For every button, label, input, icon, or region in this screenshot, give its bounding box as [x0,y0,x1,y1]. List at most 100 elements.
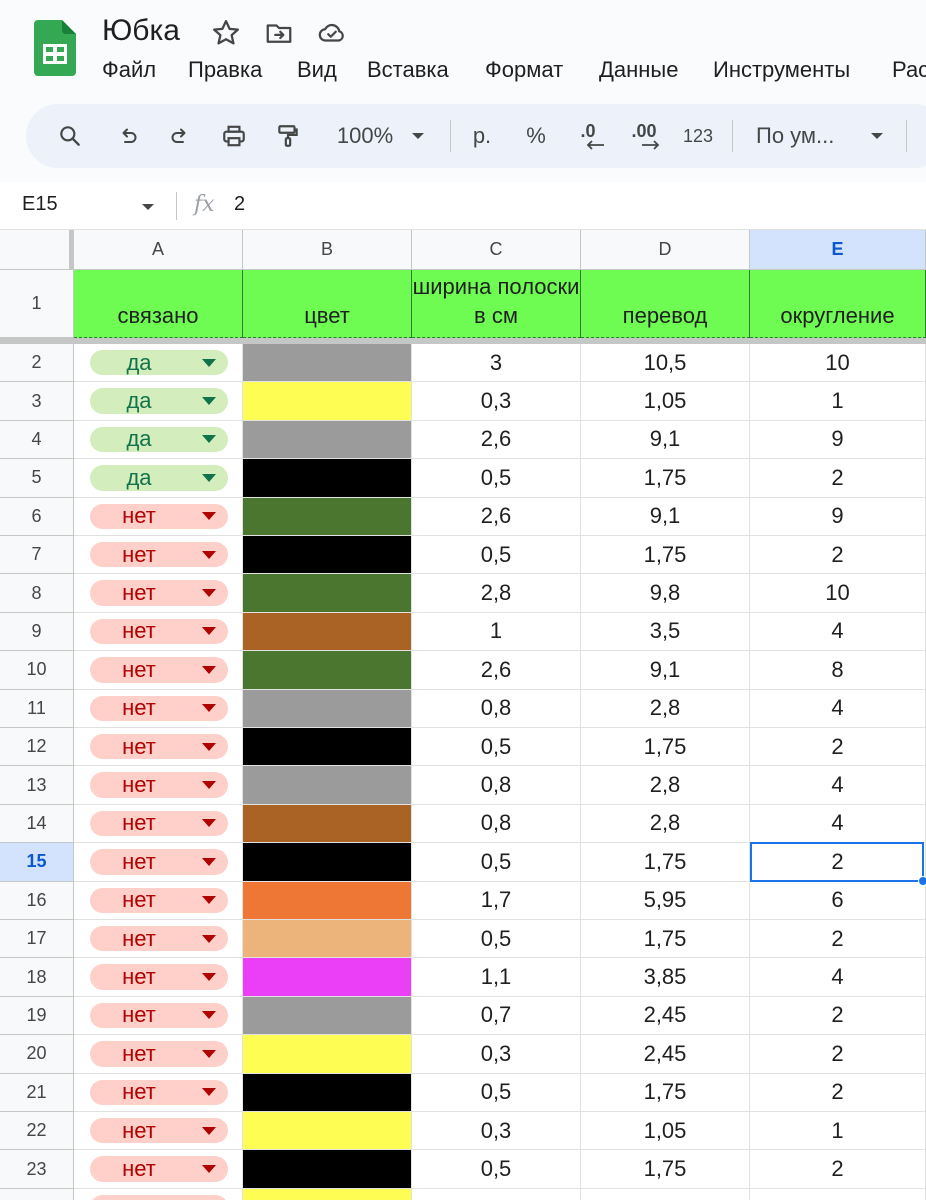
rounding-cell[interactable]: 8 [750,651,926,690]
rounding-cell[interactable]: 2 [750,996,926,1036]
row-header[interactable]: 16 [0,881,74,920]
rounding-cell[interactable]: 4 [750,804,926,844]
status-cell[interactable]: нет [74,766,243,805]
conversion-cell[interactable]: 1,75 [581,1073,750,1112]
color-swatch-cell[interactable] [243,382,412,421]
rounding-cell[interactable]: 2 [750,536,926,575]
status-cell[interactable]: нет [74,574,243,613]
status-dropdown-chip[interactable]: нет [90,964,228,990]
rounding-cell[interactable]: 4 [750,612,926,652]
row-header[interactable]: 17 [0,920,74,959]
status-cell[interactable]: нет [74,804,243,844]
chevron-down-icon[interactable] [202,1011,216,1020]
chevron-down-icon[interactable] [202,896,216,905]
color-swatch-cell[interactable] [243,689,412,728]
status-cell[interactable]: нет [74,920,243,959]
stripe-width-cell[interactable]: 2,6 [412,651,581,690]
color-swatch-cell[interactable] [243,996,412,1036]
color-swatch-cell[interactable] [243,843,412,882]
status-dropdown-chip[interactable]: да [90,350,228,376]
status-dropdown-chip[interactable]: нет [90,772,228,798]
rounding-cell[interactable] [750,1188,926,1200]
row-header[interactable]: 3 [0,382,74,421]
conversion-cell[interactable]: 1,75 [581,1150,750,1189]
row-header[interactable]: 2 [0,344,74,383]
star-icon[interactable] [211,18,241,48]
status-cell[interactable]: да [74,382,243,421]
menu-file[interactable]: Файл [102,57,156,83]
conversion-cell[interactable]: 1,75 [581,843,750,882]
rounding-cell[interactable]: 1 [750,382,926,421]
color-swatch-cell[interactable] [243,766,412,805]
stripe-width-cell[interactable] [412,1188,581,1200]
rounding-cell[interactable]: 4 [750,958,926,997]
stripe-width-cell[interactable]: 0,3 [412,1112,581,1151]
conversion-cell[interactable]: 9,1 [581,497,750,536]
stripe-width-cell[interactable]: 0,5 [412,536,581,575]
status-cell[interactable]: нет [74,1073,243,1112]
row-header-1[interactable]: 1 [0,270,74,338]
stripe-width-cell[interactable]: 1,1 [412,958,581,997]
column-header-a[interactable]: A [74,230,243,270]
chevron-down-icon[interactable] [202,358,216,367]
chevron-down-icon[interactable] [202,665,216,674]
conversion-cell[interactable]: 3,85 [581,958,750,997]
color-swatch-cell[interactable] [243,536,412,575]
status-dropdown-chip[interactable]: нет [90,1079,228,1105]
conversion-cell[interactable]: 9,1 [581,651,750,690]
row-header[interactable]: 7 [0,536,74,575]
menu-format[interactable]: Формат [485,57,563,83]
status-cell[interactable]: нет [74,1188,243,1200]
status-cell[interactable]: нет [74,728,243,767]
status-cell[interactable]: нет [74,1035,243,1074]
status-cell[interactable]: да [74,344,243,383]
status-dropdown-chip[interactable]: нет [90,734,228,760]
conversion-cell[interactable]: 1,05 [581,382,750,421]
conversion-cell[interactable]: 1,05 [581,1112,750,1151]
chevron-down-icon[interactable] [202,1165,216,1174]
menu-data[interactable]: Данные [599,57,678,83]
conversion-cell[interactable]: 1,75 [581,728,750,767]
chevron-down-icon[interactable] [202,589,216,598]
chevron-down-icon[interactable] [202,1126,216,1135]
chevron-down-icon[interactable] [202,512,216,521]
stripe-width-cell[interactable]: 0,5 [412,1073,581,1112]
status-cell[interactable]: нет [74,843,243,882]
stripe-width-cell[interactable]: 0,8 [412,766,581,805]
status-dropdown-chip[interactable]: нет [90,1156,228,1182]
redo-button[interactable] [162,118,198,154]
chevron-down-icon[interactable] [202,397,216,406]
row-header[interactable]: 13 [0,766,74,805]
conversion-cell[interactable]: 2,8 [581,766,750,805]
rounding-cell[interactable]: 10 [750,344,926,383]
color-swatch-cell[interactable] [243,881,412,920]
row-header[interactable]: 6 [0,497,74,536]
status-dropdown-chip[interactable]: да [90,388,228,414]
status-dropdown-chip[interactable]: нет [90,580,228,606]
status-dropdown-chip[interactable]: да [90,465,228,491]
status-dropdown-chip[interactable]: нет [90,849,228,875]
undo-button[interactable] [110,118,146,154]
search-menus-button[interactable] [52,118,88,154]
rounding-cell[interactable]: 2 [750,843,926,882]
row-header[interactable]: 21 [0,1073,74,1112]
rounding-cell[interactable]: 4 [750,689,926,728]
conversion-cell[interactable]: 2,45 [581,1035,750,1074]
increase-decimal-button[interactable]: .00 [622,118,666,154]
select-all-corner[interactable] [0,230,74,270]
status-dropdown-chip[interactable]: нет [90,926,228,952]
status-cell[interactable]: да [74,459,243,498]
column-header-b[interactable]: B [243,230,412,270]
chevron-down-icon[interactable] [202,704,216,713]
color-swatch-cell[interactable] [243,420,412,460]
status-cell[interactable]: нет [74,689,243,728]
chevron-down-icon[interactable] [202,819,216,828]
color-swatch-cell[interactable] [243,459,412,498]
rounding-cell[interactable]: 9 [750,497,926,536]
row-header[interactable]: 9 [0,612,74,652]
row-header[interactable]: 12 [0,728,74,767]
status-cell[interactable]: нет [74,996,243,1036]
conversion-cell[interactable]: 9,8 [581,574,750,613]
rounding-cell[interactable]: 2 [750,1073,926,1112]
stripe-width-cell[interactable]: 0,5 [412,459,581,498]
